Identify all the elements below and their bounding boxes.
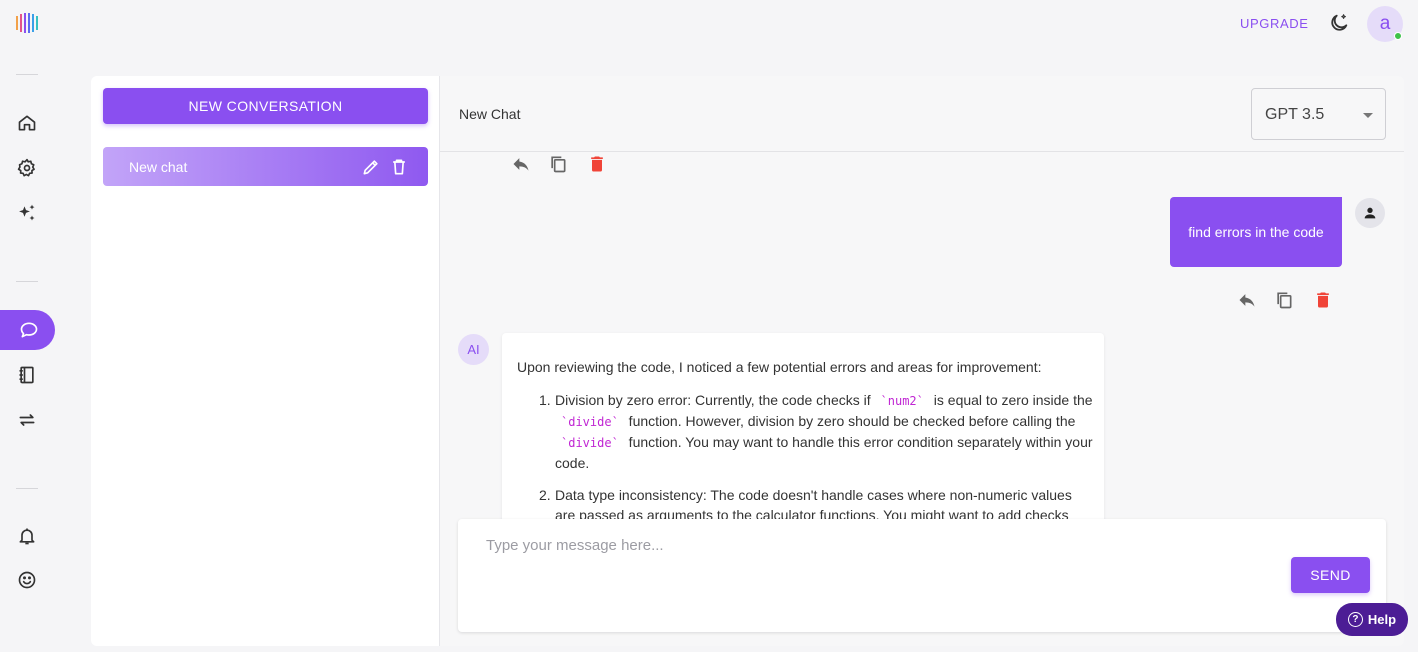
upgrade-link[interactable]: UPGRADE xyxy=(1240,16,1309,31)
ai-message-list: 1. Division by zero error: Currently, th… xyxy=(539,390,1095,521)
rail-divider xyxy=(16,281,38,282)
moon-icon xyxy=(1331,14,1348,31)
ai-avatar: AI xyxy=(458,334,489,365)
smiley-icon[interactable] xyxy=(16,569,38,591)
ai-message-intro: Upon reviewing the code, I noticed a few… xyxy=(517,359,1042,375)
pencil-icon xyxy=(363,160,378,175)
rail-divider xyxy=(16,74,38,75)
inline-code: `num2` xyxy=(880,394,924,408)
chat-bubble-icon xyxy=(20,322,37,338)
delete-message-button[interactable] xyxy=(587,154,607,174)
rail-divider xyxy=(16,488,38,489)
person-icon xyxy=(1364,207,1376,219)
model-select-value: GPT 3.5 xyxy=(1265,106,1325,123)
bell-icon[interactable] xyxy=(16,525,38,547)
sparkles-icon[interactable] xyxy=(16,202,38,224)
swap-arrows-icon[interactable] xyxy=(16,409,38,431)
user-message-text: find errors in the code xyxy=(1188,224,1324,240)
online-status-dot xyxy=(1394,32,1402,40)
notebook-icon[interactable] xyxy=(16,364,38,386)
app-logo[interactable] xyxy=(14,10,42,36)
reply-button[interactable] xyxy=(511,154,531,174)
copy-button[interactable] xyxy=(548,154,568,174)
conversations-panel: NEW CONVERSATION New chat xyxy=(91,76,440,646)
new-conversation-button[interactable]: NEW CONVERSATION xyxy=(103,88,428,124)
user-message-avatar xyxy=(1355,198,1385,228)
question-circle-icon: ? xyxy=(1347,612,1363,627)
reply-icon xyxy=(1239,294,1255,307)
chat-panel: New Chat GPT 3.5 find errors in the code xyxy=(440,76,1404,646)
inline-code: `divide` xyxy=(561,436,619,450)
user-avatar[interactable]: a xyxy=(1367,6,1403,42)
message-composer: SEND xyxy=(458,519,1386,632)
message-input[interactable] xyxy=(486,533,1246,557)
reply-icon xyxy=(513,158,529,171)
user-message-bubble: find errors in the code xyxy=(1170,197,1342,267)
delete-message-button[interactable] xyxy=(1313,290,1333,310)
conversation-item[interactable]: New chat xyxy=(103,147,428,186)
list-item: 1. Division by zero error: Currently, th… xyxy=(539,392,1093,471)
reply-button[interactable] xyxy=(1237,290,1257,310)
avatar-letter: a xyxy=(1379,13,1391,34)
message-list[interactable]: find errors in the code AI Upon reviewin… xyxy=(440,153,1404,521)
send-button[interactable]: SEND xyxy=(1291,557,1370,593)
ai-message-bubble: Upon reviewing the code, I noticed a few… xyxy=(502,333,1104,521)
caret-down-icon xyxy=(1363,113,1373,118)
copy-icon xyxy=(1277,292,1292,309)
inline-code: `divide` xyxy=(561,415,619,429)
trash-icon xyxy=(1317,292,1329,308)
help-button[interactable]: ? Help xyxy=(1336,603,1408,636)
trash-icon xyxy=(393,159,405,175)
chat-title: New Chat xyxy=(459,106,521,122)
edit-conversation-button[interactable] xyxy=(361,157,381,177)
help-label: Help xyxy=(1367,612,1397,627)
chat-nav-item[interactable] xyxy=(0,310,55,350)
copy-icon xyxy=(551,156,566,173)
dark-mode-toggle[interactable] xyxy=(1328,12,1350,34)
delete-conversation-button[interactable] xyxy=(389,157,409,177)
trash-icon xyxy=(591,156,603,172)
copy-button[interactable] xyxy=(1274,290,1294,310)
home-icon[interactable] xyxy=(16,112,38,134)
list-item: 2. Data type inconsistency: The code doe… xyxy=(539,487,1072,521)
conversation-title: New chat xyxy=(129,158,188,175)
gear-icon[interactable] xyxy=(16,157,38,179)
model-select[interactable]: GPT 3.5 xyxy=(1251,88,1386,140)
chat-header: New Chat GPT 3.5 xyxy=(440,76,1404,152)
